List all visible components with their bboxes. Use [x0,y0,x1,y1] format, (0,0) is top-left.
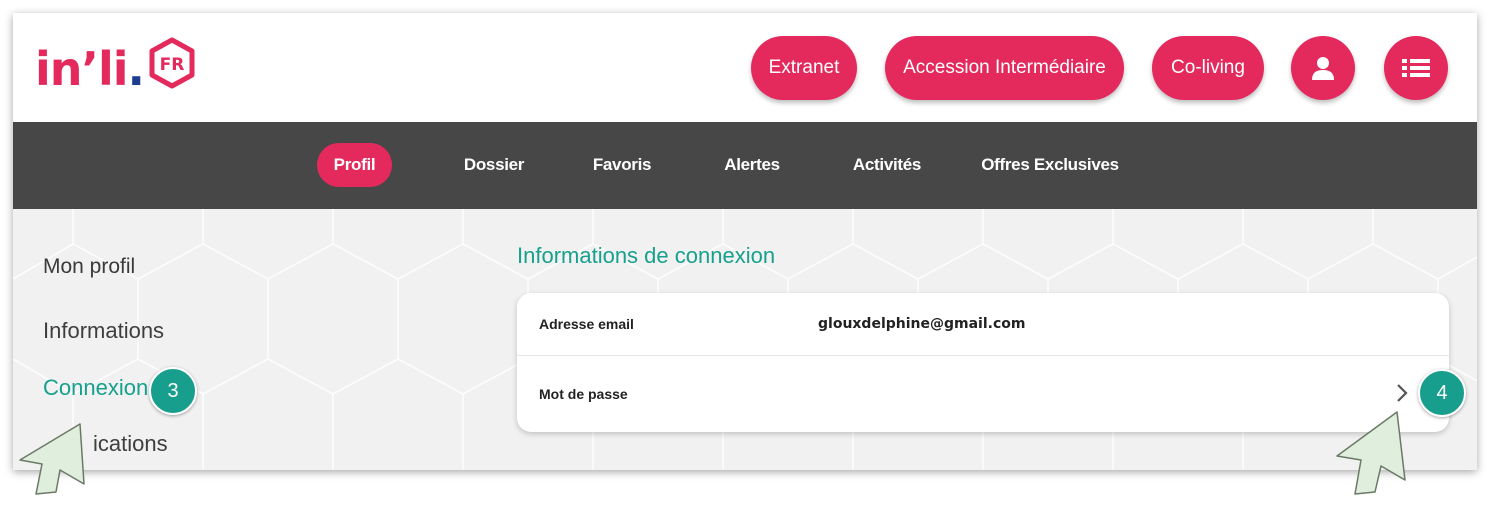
tab-offres-exclusives[interactable]: Offres Exclusives [979,143,1121,187]
login-info-card: Adresse email glouxdelphine@gmail.com Mo… [517,293,1449,432]
tab-alertes[interactable]: Alertes [713,143,791,187]
menu-button[interactable] [1384,36,1448,100]
profile-content: Mon profil Informations Connexion icatio… [13,209,1477,470]
arrow-cursor-icon [1336,411,1406,495]
sidebar-item-connexion[interactable]: Connexion [43,375,148,401]
step-badge-4: 4 [1418,369,1466,417]
email-row: Adresse email glouxdelphine@gmail.com [517,293,1449,356]
chevron-right-icon[interactable] [1395,382,1409,404]
co-living-button[interactable]: Co-living [1152,36,1264,100]
user-icon [1312,57,1334,80]
site-header: in’li. FR Extranet Accession Intermédiai… [13,13,1477,122]
account-button[interactable] [1291,36,1355,100]
sidebar-item-notifications[interactable]: ications [93,431,168,457]
svg-text:FR: FR [160,55,185,75]
app-window: in’li. FR Extranet Accession Intermédiai… [13,13,1477,470]
tab-activites[interactable]: Activités [843,143,931,187]
menu-list-icon [1402,59,1430,77]
arrow-cursor-icon [19,423,85,495]
logo-wordmark: in’li. [35,42,145,96]
email-label: Adresse email [539,316,634,332]
email-value: glouxdelphine@gmail.com [818,316,1026,332]
tab-favoris[interactable]: Favoris [582,143,662,187]
password-row[interactable]: Mot de passe [517,356,1449,432]
accession-intermediaire-button[interactable]: Accession Intermédiaire [885,36,1124,100]
section-title: Informations de connexion [517,243,776,268]
inli-logo[interactable]: in’li. FR [35,35,198,95]
password-label: Mot de passe [539,386,628,402]
extranet-button[interactable]: Extranet [751,36,857,100]
tab-profil[interactable]: Profil [317,143,392,187]
tab-dossier[interactable]: Dossier [453,143,535,187]
fr-badge-icon: FR [149,37,195,89]
sidebar-title: Mon profil [43,255,136,278]
profile-nav: Profil Dossier Favoris Alertes Activités… [13,122,1477,209]
sidebar-item-informations[interactable]: Informations [43,318,164,344]
step-badge-3: 3 [149,367,197,415]
